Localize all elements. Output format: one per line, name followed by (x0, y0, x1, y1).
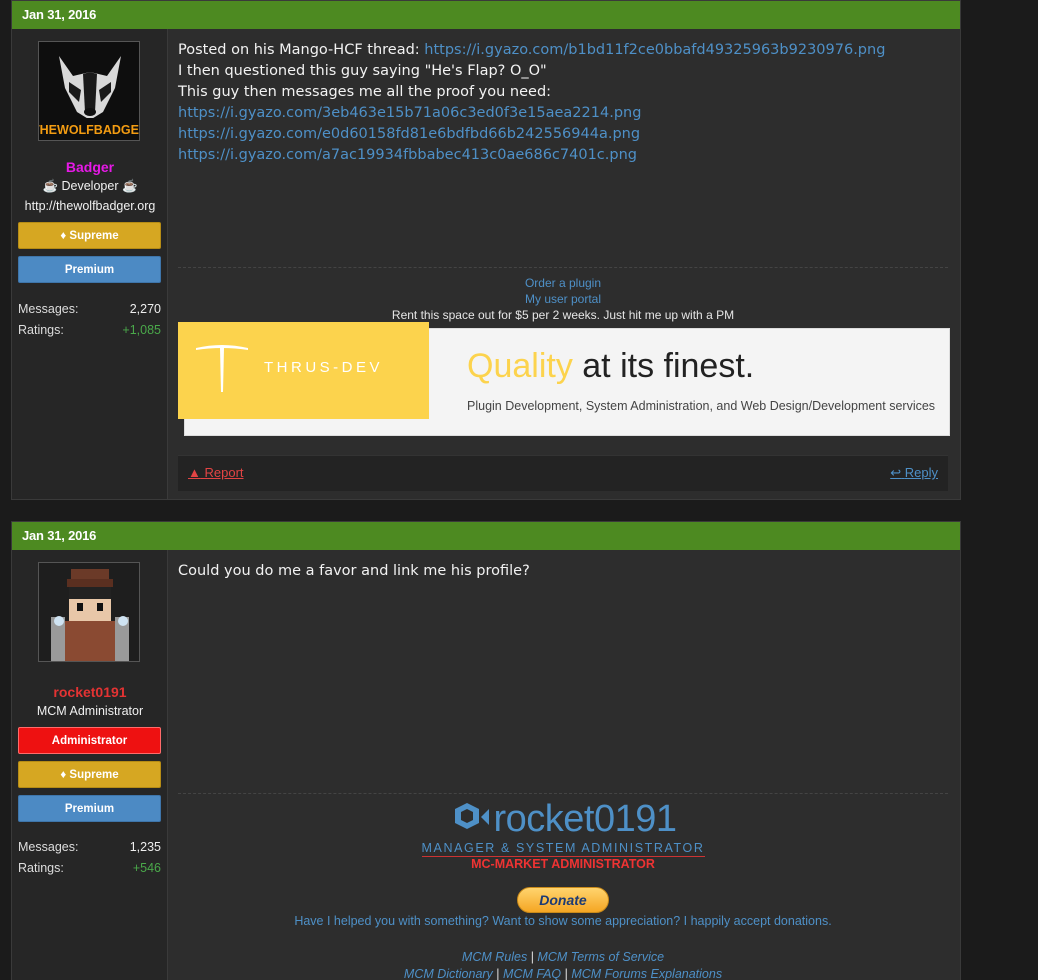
avatar-text: THEWOLFBADGER (39, 123, 140, 137)
link-separator: | (530, 950, 534, 964)
username[interactable]: rocket0191 (12, 684, 168, 700)
supreme-banner: ♦ Supreme (18, 761, 161, 788)
signature-divider (178, 267, 948, 268)
banner-label: Supreme (69, 230, 119, 242)
banner-label: Premium (64, 264, 115, 276)
post-content: Posted on his Mango-HCF thread: https://… (178, 29, 950, 499)
ad-headline-rest: at its finest. (572, 347, 755, 385)
post-date-header: Jan 31, 2016 (12, 522, 960, 558)
stat-label: Messages: (18, 840, 79, 854)
stat-messages: Messages: 1,235 (18, 840, 161, 854)
reply-icon: ↩ (890, 465, 902, 480)
donate-button[interactable]: Donate (517, 887, 609, 913)
stat-label: Ratings: (18, 323, 64, 337)
mcm-dictionary-link[interactable]: MCM Dictionary (404, 967, 493, 980)
ad-brand: THRUS-DEV (264, 359, 384, 376)
signature: Order a plugin My user portal Rent this … (178, 275, 948, 323)
cup-icon: ☕ (42, 179, 59, 193)
warning-icon: ▲ (188, 465, 201, 480)
signature-divider (178, 793, 948, 794)
donate-area: Donate Have I helped you with something?… (178, 887, 948, 928)
logo-role: MANAGER & SYSTEM ADMINISTRATOR (421, 841, 705, 857)
report-label: Report (204, 465, 244, 480)
stat-label: Messages: (18, 302, 79, 316)
badger-avatar-image: THEWOLFBADGER (39, 42, 140, 140)
mcm-faq-link[interactable]: MCM FAQ (503, 967, 561, 980)
banner-label: Administrator (51, 735, 128, 747)
avatar[interactable] (38, 562, 140, 662)
mcm-rules-link[interactable]: MCM Rules (462, 950, 527, 964)
stat-value[interactable]: +1,085 (122, 323, 161, 337)
thrus-logo-icon (196, 345, 248, 392)
ad-logo-block: THRUS-DEV (178, 322, 429, 419)
message-text: This guy then messages me all the proof … (178, 84, 552, 100)
post-date[interactable]: Jan 31, 2016 (22, 7, 96, 22)
donate-text: Have I helped you with something? Want t… (294, 914, 832, 928)
stat-ratings: Ratings: +546 (18, 861, 161, 875)
link-separator: | (496, 967, 500, 980)
logo-name: rocket0191 (493, 798, 677, 840)
premium-banner: Premium (18, 256, 161, 283)
logo-name-row: rocket0191 (422, 798, 705, 841)
diamond-icon: ♦ (60, 769, 67, 781)
reply-label: Reply (904, 465, 938, 480)
mcm-forums-explanations-link[interactable]: MCM Forums Explanations (571, 967, 722, 980)
user-title-text: Developer (61, 179, 119, 193)
message-body: Could you do me a favor and link me his … (178, 550, 948, 582)
message-text: Posted on his Mango-HCF thread: (178, 42, 425, 58)
user-portal-link[interactable]: My user portal (525, 292, 601, 306)
banner-label: Supreme (69, 769, 119, 781)
stat-label: Ratings: (18, 861, 64, 875)
ad-headline: Quality at its finest. (467, 347, 754, 386)
message-text: I then questioned this guy saying "He's … (178, 63, 547, 79)
stat-value[interactable]: 1,235 (130, 840, 161, 854)
post-date-header: Jan 31, 2016 (12, 1, 960, 37)
user-title: ☕ Developer ☕ (12, 179, 168, 194)
stat-value[interactable]: +546 (133, 861, 161, 875)
post-actions: ▲ Report ↩ Reply (178, 455, 948, 491)
avatar[interactable]: THEWOLFBADGER (38, 41, 140, 141)
logo-mcm: MC-MARKET ADMINISTRATOR (471, 857, 655, 871)
message-link[interactable]: https://i.gyazo.com/e0d60158fd81e6bdfbd6… (178, 126, 640, 142)
mcm-links: MCM Rules | MCM Terms of Service MCM Dic… (178, 949, 948, 980)
stat-ratings: Ratings: +1,085 (18, 323, 161, 337)
stat-value[interactable]: 2,270 (130, 302, 161, 316)
user-website[interactable]: http://thewolfbadger.org (12, 199, 168, 213)
post-1: Jan 31, 2016 THEWOLFBADGER Badger ☕ Deve… (11, 0, 961, 500)
rent-text: Rent this space out for $5 per 2 weeks. … (391, 308, 735, 322)
administrator-banner: Administrator (18, 727, 161, 754)
premium-banner: Premium (18, 795, 161, 822)
user-title: MCM Administrator (36, 704, 144, 718)
diamond-icon: ♦ (60, 230, 67, 242)
message-link[interactable]: https://i.gyazo.com/a7ac19934fbbabec413c… (178, 147, 637, 163)
rocket-avatar-image (39, 563, 139, 661)
supreme-banner: ♦ Supreme (18, 222, 161, 249)
cube-icon (455, 803, 490, 829)
mcm-tos-link[interactable]: MCM Terms of Service (537, 950, 664, 964)
ad-quality-word: Quality (467, 347, 573, 385)
user-info-panel: THEWOLFBADGER Badger ☕ Developer ☕ http:… (12, 29, 168, 499)
username[interactable]: Badger (12, 159, 168, 175)
post-date[interactable]: Jan 31, 2016 (22, 528, 96, 543)
stat-messages: Messages: 2,270 (18, 302, 161, 316)
message-link[interactable]: https://i.gyazo.com/b1bd11f2ce0bbafd4932… (424, 42, 885, 58)
post-2: Jan 31, 2016 rocket0191 MCM Administrato… (11, 521, 961, 980)
post-content: Could you do me a favor and link me his … (178, 550, 948, 980)
reply-button[interactable]: ↩ Reply (890, 465, 938, 481)
thrus-dev-ad[interactable]: Quality at its finest. Plugin Developmen… (178, 322, 950, 436)
link-separator: | (564, 967, 568, 980)
cup-icon: ☕ (121, 179, 138, 193)
user-info-panel: rocket0191 MCM Administrator Administrat… (12, 550, 168, 980)
message-body: Posted on his Mango-HCF thread: https://… (178, 29, 948, 166)
ad-subtitle: Plugin Development, System Administratio… (467, 399, 936, 413)
report-button[interactable]: ▲ Report (188, 465, 244, 480)
banner-label: Premium (64, 803, 115, 815)
order-plugin-link[interactable]: Order a plugin (525, 276, 601, 290)
message-text: Could you do me a favor and link me his … (178, 563, 530, 579)
message-link[interactable]: https://i.gyazo.com/3eb463e15b71a06c3ed0… (178, 105, 641, 121)
rocket-logo: rocket0191 MANAGER & SYSTEM ADMINISTRATO… (178, 798, 948, 872)
